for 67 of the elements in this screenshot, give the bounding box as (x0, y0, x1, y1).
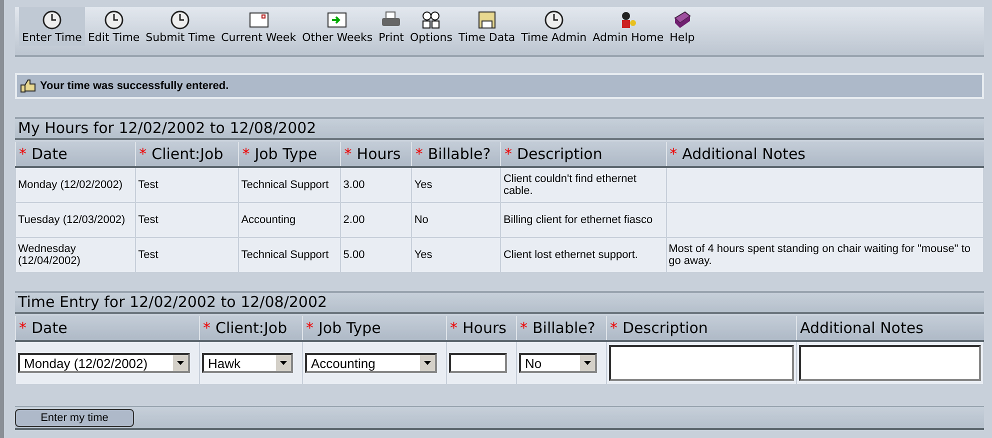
dropdown[interactable]: Monday (12/02/2002) (18, 353, 190, 373)
calendar-icon (248, 10, 269, 30)
clock-icon (170, 10, 190, 30)
column-header: * Additional Notes (666, 142, 984, 167)
table-cell: Accounting (238, 202, 341, 238)
caret-icon (276, 355, 291, 371)
column-header: * Client:Job (200, 316, 302, 341)
table-cell: No (412, 202, 501, 238)
table-cell: 3.00 (340, 167, 412, 202)
column-header: * Date (16, 316, 200, 341)
toolbar-button[interactable]: Print (376, 7, 407, 46)
text-area[interactable] (799, 345, 981, 381)
column-header: * Billable? (516, 316, 606, 341)
section-title: My Hours for 12/02/2002 to 12/08/2002 (15, 117, 984, 140)
column-header: * Job Type (302, 316, 446, 341)
section-title: Time Entry for 12/02/2002 to 12/08/2002 (15, 291, 984, 314)
help-book-icon (672, 10, 692, 30)
caret-icon (420, 355, 435, 371)
table-cell: 2.00 (340, 202, 412, 238)
table-cell: Billing client for ethernet fiasco (500, 202, 666, 238)
dropdown[interactable]: Hawk (202, 353, 293, 373)
table-cell: Technical Support (238, 167, 341, 202)
success-message: Your time was successfully entered. (40, 80, 229, 92)
toolbar-button[interactable]: Help (666, 7, 698, 46)
hours-field[interactable] (449, 353, 507, 373)
table-cell: Client couldn't find ethernet cable. (500, 167, 666, 202)
text-area[interactable] (609, 345, 794, 381)
column-header: * Billable? (412, 142, 501, 167)
table-cell: Most of 4 hours spent standing on chair waiting for "mouse" to go away. (666, 238, 984, 272)
column-header: * Description (500, 142, 666, 167)
column-header: * Date (16, 142, 136, 167)
clock-icon (42, 10, 62, 30)
table-cell: Test (136, 167, 239, 202)
column-header: * Job Type (238, 142, 341, 167)
toolbar-button[interactable]: Submit Time (142, 7, 218, 46)
dropdown[interactable]: No (519, 353, 597, 373)
toolbar-button[interactable]: Current Week (218, 7, 300, 46)
column-header: * Description (606, 316, 796, 341)
table-cell: 5.00 (340, 238, 412, 272)
table-cell: Wednesday (12/04/2002) (16, 238, 136, 272)
caret-icon (173, 355, 188, 371)
table-cell: Test (136, 202, 239, 238)
caret-icon (580, 355, 595, 371)
table-cell: Tuesday (12/03/2002) (16, 202, 136, 238)
clock-icon (104, 10, 124, 30)
table-cell: Technical Support (238, 238, 341, 272)
toolbar-button[interactable]: Time Data (455, 7, 518, 46)
options-icon (421, 10, 442, 30)
enter-time-button[interactable]: Enter my time (15, 408, 134, 426)
clock-icon (544, 10, 564, 30)
table-cell: Client lost ethernet support. (500, 238, 666, 272)
toolbar-button[interactable]: Options (406, 7, 456, 46)
table-cell: Monday (12/02/2002) (16, 167, 136, 202)
column-header: * Client:Job (136, 142, 239, 167)
table-cell: Yes (412, 238, 501, 272)
column-header: * Hours (446, 316, 516, 341)
column-header: Additional Notes (796, 316, 984, 341)
toolbar-button[interactable]: Admin Home (590, 7, 667, 46)
column-header: * Hours (340, 142, 412, 167)
toolbar-button[interactable]: Enter Time (19, 7, 85, 46)
table-cell: Test (136, 238, 239, 272)
table-cell: Yes (412, 167, 501, 202)
thumbs-up-icon (20, 78, 36, 92)
toolbar-button[interactable]: Time Admin (518, 7, 590, 46)
toolbar-button[interactable]: Edit Time (84, 7, 143, 46)
dropdown[interactable]: Accounting (305, 353, 437, 373)
toolbar-button[interactable]: Other Weeks (299, 7, 376, 46)
